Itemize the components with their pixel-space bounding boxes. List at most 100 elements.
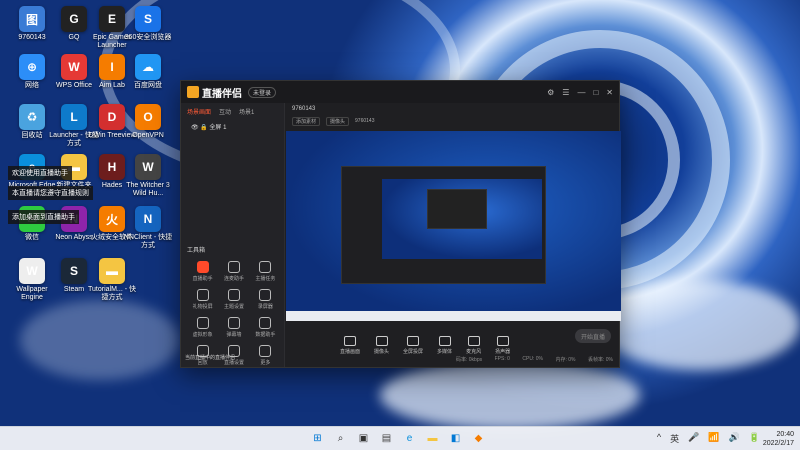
tool-icon <box>227 317 240 329</box>
recursive-preview-nested <box>427 189 487 229</box>
toolbox-title: 工具箱 <box>187 248 206 254</box>
desktop-icon[interactable]: O OpenVPN <box>122 104 174 140</box>
live-companion-icon[interactable]: ◆ <box>471 431 486 446</box>
input-method-icon[interactable]: 英 <box>670 432 679 445</box>
system-tray: ^ 英 🎤 📶 🔊 🔋 <box>657 432 760 445</box>
control-icon <box>467 335 480 346</box>
tab-scene[interactable]: 场景画面 <box>187 107 211 116</box>
scene-name: 全屏 1 <box>209 125 227 131</box>
control-button[interactable]: 麦克风 <box>466 335 481 355</box>
desktop-icon-image: W <box>19 258 45 284</box>
desktop-icon[interactable]: S 360安全浏览器 <box>122 6 174 42</box>
clock-date: 2022/2/17 <box>762 440 794 447</box>
taskbar: ⊞ ⌕ ▣ ▤ e ▬ ◧ ◆ ^ 英 🎤 📶 🔊 🔋 20:40 2022/2/17 <box>0 426 800 450</box>
control-button[interactable]: 全屏投屏 <box>403 335 424 355</box>
control-button[interactable]: 扬声器 <box>495 335 510 355</box>
start-icon[interactable]: ⊞ <box>310 431 325 446</box>
recursive-window <box>341 166 546 284</box>
menu-icon[interactable]: ☰ <box>562 88 569 97</box>
desktop-icon-image: S <box>61 258 87 284</box>
minimize-icon[interactable]: — <box>577 88 585 97</box>
tag-room: 9760143 <box>355 118 375 124</box>
app-logo: 直播伴侣 <box>187 85 242 100</box>
scene-item[interactable]: 👁 🔒 全屏 1 <box>181 120 284 133</box>
control-button[interactable]: 直播画面 <box>340 335 360 355</box>
logo-icon <box>187 86 199 98</box>
tool-label: 录屏器 <box>257 304 273 310</box>
stat-item: FPS: 0 <box>494 356 510 362</box>
tool-item[interactable]: 主题设置 <box>218 289 249 310</box>
tool-icon <box>259 317 272 329</box>
wallpaper-cloud <box>380 360 640 430</box>
desktop-icon[interactable]: W The Witcher 3 Wild Hu... <box>122 154 174 198</box>
tool-item[interactable]: 礼物投屏 <box>187 289 218 310</box>
desktop-icon[interactable]: ▬ TutorialM... - 快捷方式 <box>86 258 138 302</box>
volume-icon[interactable]: 🔊 <box>729 432 740 445</box>
edge-icon[interactable]: e <box>402 431 417 446</box>
info-tags: 添加素材 摄像头 9760143 <box>286 115 619 127</box>
tray-overflow-icon[interactable]: ^ <box>657 432 661 445</box>
desktop-icon-label: The Witcher 3 Wild Hu... <box>126 182 170 197</box>
tab-interact[interactable]: 互动 <box>219 107 231 116</box>
control-icon <box>344 335 356 346</box>
tool-item[interactable]: 主播任务 <box>250 261 281 282</box>
tool-label: 直播助手 <box>192 276 213 282</box>
app-title: 直播伴侣 <box>202 88 242 100</box>
desktop-icon-image: L <box>61 104 87 130</box>
tool-item[interactable]: 数据助手 <box>250 317 281 338</box>
desktop-icon-image: ♻ <box>19 104 45 130</box>
tool-label: 虚拟形象 <box>192 332 213 338</box>
window-titlebar[interactable]: 直播伴侣 未登录 ⚙ ☰ — □ ✕ <box>181 81 619 103</box>
control-icon <box>496 335 509 346</box>
tag-camera[interactable]: 摄像头 <box>326 116 350 126</box>
tool-item[interactable]: 录屏器 <box>250 289 281 310</box>
live-preview[interactable] <box>286 131 621 321</box>
control-label: 全屏投屏 <box>403 348 424 355</box>
login-badge[interactable]: 未登录 <box>248 86 277 98</box>
start-live-button[interactable]: 开始直播 <box>575 329 611 343</box>
explorer-icon[interactable]: ▬ <box>425 431 440 446</box>
close-icon[interactable]: ✕ <box>606 88 613 97</box>
control-button[interactable]: 摄像头 <box>374 335 389 355</box>
desktop-icon-label: TutorialM... - 快捷方式 <box>88 286 136 301</box>
app-store-icon[interactable]: ◧ <box>448 431 463 446</box>
taskbar-apps: ⊞ ⌕ ▣ ▤ e ▬ ◧ ◆ <box>310 431 486 446</box>
tool-item[interactable]: 连麦助手 <box>218 261 249 282</box>
tool-item[interactable]: 更多 <box>250 345 281 366</box>
settings-icon[interactable]: ⚙ <box>547 88 554 97</box>
stat-item: 内存: 0% <box>555 357 576 363</box>
sticky-note-3: 添加桌面到直播助手 <box>8 210 79 224</box>
store-icon[interactable]: ▤ <box>379 431 394 446</box>
control-label: 多媒体 <box>437 348 453 355</box>
task-view-icon[interactable]: ▣ <box>356 431 371 446</box>
status-bottom: 当前直播中的直播伴侣 <box>185 355 236 361</box>
tag-add-material[interactable]: 添加素材 <box>292 116 321 126</box>
tool-item[interactable]: 弹幕墙 <box>218 317 249 338</box>
desktop-icon-image: G <box>61 6 87 32</box>
battery-icon[interactable]: 🔋 <box>749 432 760 445</box>
wifi-icon[interactable]: 📶 <box>708 432 719 445</box>
room-info: 9760143 <box>286 103 619 115</box>
tool-label: 主题设置 <box>223 304 244 310</box>
tool-icon <box>196 317 209 329</box>
desktop-icon[interactable]: ☁ 百度网盘 <box>122 54 174 90</box>
tool-item[interactable]: 直播助手 <box>187 261 218 282</box>
search-icon[interactable]: ⌕ <box>333 431 348 446</box>
tool-label: 连麦助手 <box>223 276 244 282</box>
control-icon <box>438 335 451 346</box>
desktop-icon-image: ⊕ <box>19 54 45 80</box>
maximize-icon[interactable]: □ <box>593 88 598 97</box>
desktop-icon-label: OpenVPN <box>132 132 164 139</box>
desktop-icon-image: 图 <box>19 6 45 32</box>
mic-icon[interactable]: 🎤 <box>688 432 699 445</box>
clock-time: 20:40 <box>776 431 794 438</box>
desktop-icon[interactable]: N NNClient - 快捷方式 <box>122 206 174 250</box>
clock[interactable]: 20:40 2022/2/17 <box>763 430 794 448</box>
tab-scene1[interactable]: 场景1 <box>239 107 254 116</box>
scene-tabs: 场景画面 互动 场景1 <box>181 103 284 120</box>
desktop-icon-image: W <box>61 54 87 80</box>
title-controls: ⚙ ☰ — □ ✕ <box>547 88 613 97</box>
desktop-icon-image: ▬ <box>99 258 125 284</box>
control-button[interactable]: 多媒体 <box>437 335 453 355</box>
tool-item[interactable]: 虚拟形象 <box>187 317 218 338</box>
